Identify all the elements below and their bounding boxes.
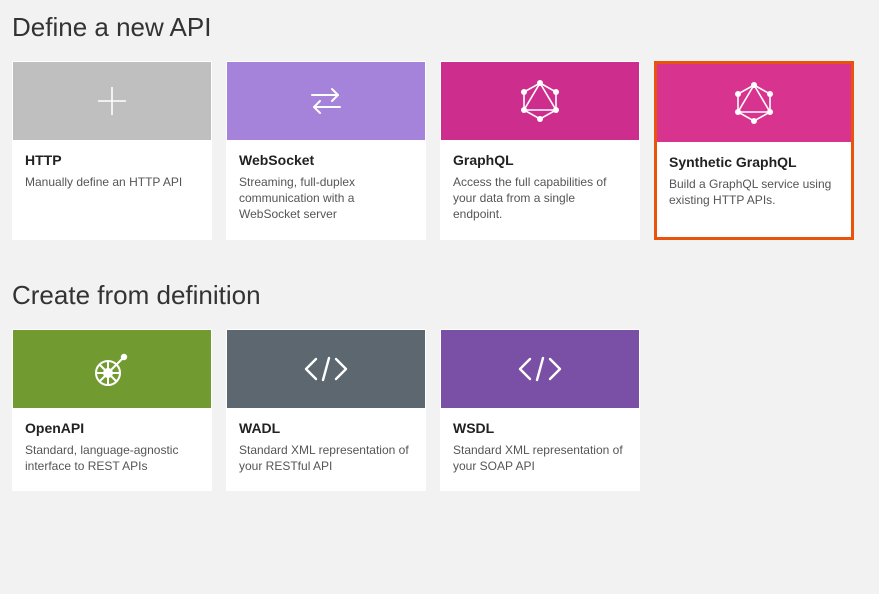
card-wsdl[interactable]: WSDL Standard XML representation of your… [440, 329, 640, 491]
card-body: WADL Standard XML representation of your… [227, 408, 425, 490]
card-desc: Standard XML representation of your REST… [239, 442, 413, 474]
code-icon [441, 330, 639, 408]
card-body: Synthetic GraphQL Build a GraphQL servic… [657, 142, 851, 237]
card-desc: Standard XML representation of your SOAP… [453, 442, 627, 474]
card-body: OpenAPI Standard, language-agnostic inte… [13, 408, 211, 490]
card-desc: Manually define an HTTP API [25, 174, 199, 190]
card-title: HTTP [25, 152, 199, 168]
section-title-define: Define a new API [12, 12, 867, 43]
card-body: GraphQL Access the full capabilities of … [441, 140, 639, 239]
card-title: GraphQL [453, 152, 627, 168]
card-body: HTTP Manually define an HTTP API [13, 140, 211, 239]
define-api-cards: HTTP Manually define an HTTP API WebSock… [12, 61, 867, 240]
card-body: WebSocket Streaming, full-duplex communi… [227, 140, 425, 239]
graphql-icon [441, 62, 639, 140]
card-title: OpenAPI [25, 420, 199, 436]
card-websocket[interactable]: WebSocket Streaming, full-duplex communi… [226, 61, 426, 240]
card-desc: Streaming, full-duplex communication wit… [239, 174, 413, 223]
plus-icon [13, 62, 211, 140]
create-from-definition-cards: OpenAPI Standard, language-agnostic inte… [12, 329, 867, 491]
card-title: WSDL [453, 420, 627, 436]
code-icon [227, 330, 425, 408]
card-title: WebSocket [239, 152, 413, 168]
graphql-icon [657, 64, 851, 142]
card-synthetic-graphql[interactable]: Synthetic GraphQL Build a GraphQL servic… [654, 61, 854, 240]
card-desc: Access the full capabilities of your dat… [453, 174, 627, 223]
card-http[interactable]: HTTP Manually define an HTTP API [12, 61, 212, 240]
card-title: Synthetic GraphQL [669, 154, 839, 170]
card-body: WSDL Standard XML representation of your… [441, 408, 639, 490]
card-openapi[interactable]: OpenAPI Standard, language-agnostic inte… [12, 329, 212, 491]
openapi-icon [13, 330, 211, 408]
card-graphql[interactable]: GraphQL Access the full capabilities of … [440, 61, 640, 240]
card-title: WADL [239, 420, 413, 436]
section-title-create: Create from definition [12, 280, 867, 311]
arrows-bidirectional-icon [227, 62, 425, 140]
card-desc: Standard, language-agnostic interface to… [25, 442, 199, 474]
card-wadl[interactable]: WADL Standard XML representation of your… [226, 329, 426, 491]
card-desc: Build a GraphQL service using existing H… [669, 176, 839, 208]
